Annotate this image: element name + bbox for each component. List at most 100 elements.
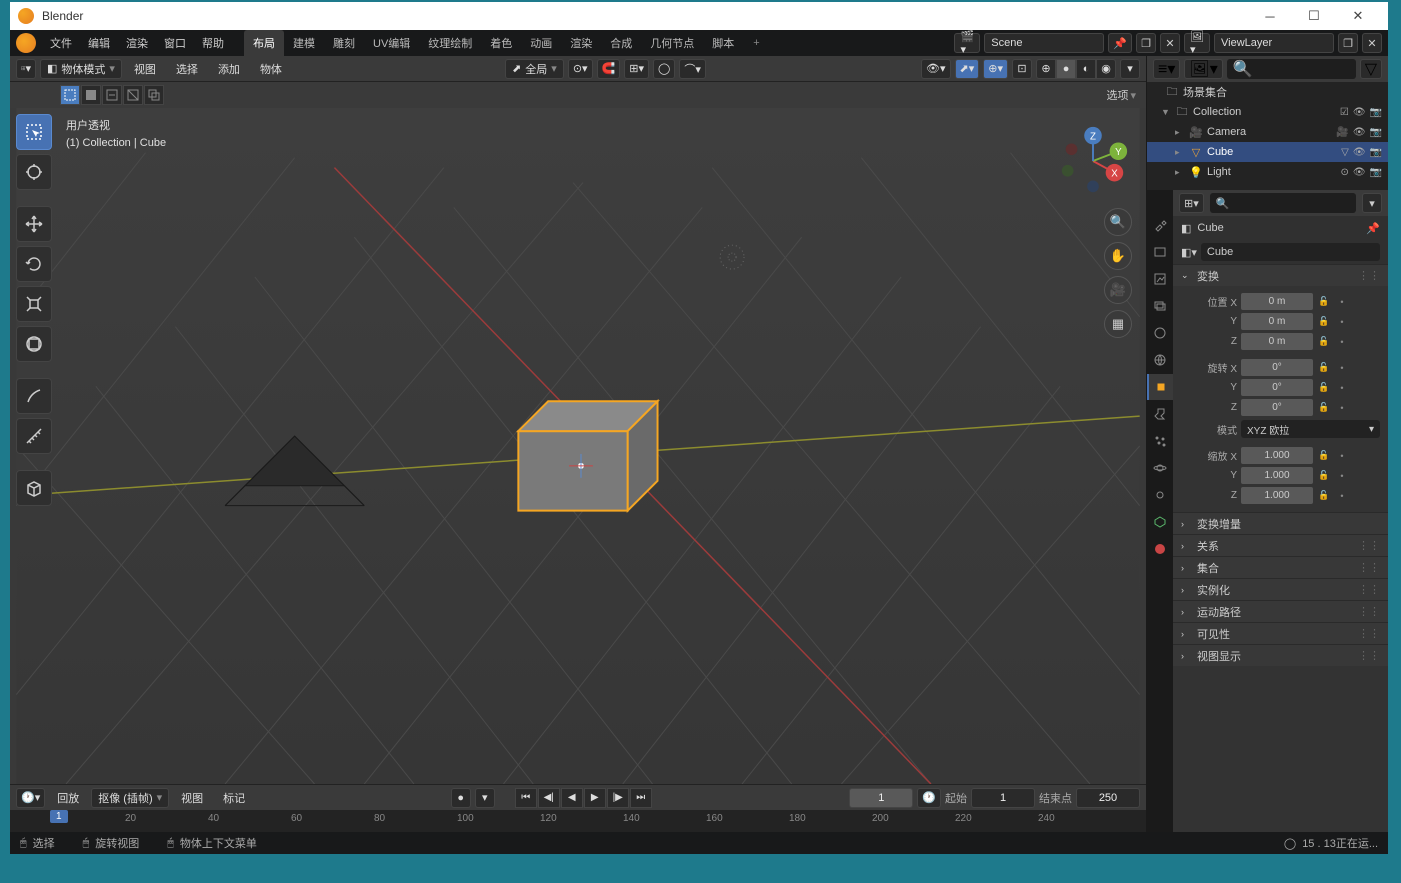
panel-instancing[interactable]: ›实例化⋮⋮ <box>1173 578 1388 600</box>
tab-material[interactable] <box>1147 536 1173 562</box>
timeline-editor-type[interactable]: 🕐▾ <box>16 788 45 808</box>
shading-wireframe[interactable]: ⊕ <box>1036 59 1056 79</box>
shading-solid[interactable]: ● <box>1056 59 1076 79</box>
viewport-3d[interactable]: 用户透视 (1) Collection | Cube X Y Z 🔍 ✋ 🎥 ▦ <box>10 108 1146 784</box>
panel-relations[interactable]: ›关系⋮⋮ <box>1173 534 1388 556</box>
shading-options[interactable]: ▾ <box>1120 59 1140 79</box>
scale-z[interactable]: 1.000 <box>1241 487 1313 504</box>
data-name-field[interactable]: Cube <box>1201 243 1380 261</box>
close-button[interactable]: ✕ <box>1336 2 1380 30</box>
tool-annotate[interactable] <box>16 378 52 414</box>
autokey-options[interactable]: ▾ <box>475 788 495 808</box>
outliner-item-light[interactable]: ▸💡Light ⊙👁📷 <box>1147 162 1388 182</box>
tab-physics[interactable] <box>1147 455 1173 481</box>
outliner-search[interactable]: 🔍 <box>1227 59 1356 79</box>
tool-scale[interactable] <box>16 286 52 322</box>
menu-file[interactable]: 文件 <box>42 30 80 56</box>
add-workspace-button[interactable]: + <box>743 37 769 49</box>
rot-z[interactable]: 0° <box>1241 399 1313 416</box>
play-forward[interactable]: ▶ <box>584 788 606 808</box>
maximize-button[interactable]: ☐ <box>1292 2 1336 30</box>
minimize-button[interactable]: ─ <box>1248 2 1292 30</box>
scale-x[interactable]: 1.000 <box>1241 447 1313 464</box>
nav-gizmo[interactable]: X Y Z <box>1054 122 1132 200</box>
pivot-button[interactable]: ⊙▾ <box>568 59 593 79</box>
loc-x[interactable]: 0 m <box>1241 293 1313 310</box>
tool-transform[interactable] <box>16 326 52 362</box>
timeline-view[interactable]: 视图 <box>173 790 211 806</box>
tab-constraints[interactable] <box>1147 482 1173 508</box>
zoom-button[interactable]: 🔍 <box>1104 208 1132 236</box>
select-menu[interactable]: 选择 <box>168 61 206 77</box>
gizmo-button[interactable]: ⬈▾ <box>955 59 980 79</box>
orientation-select[interactable]: ⬈全局▾ <box>505 59 564 79</box>
workspace-geonodes[interactable]: 几何节点 <box>641 30 703 56</box>
lock-icon[interactable]: 🔓 <box>1317 296 1331 307</box>
tab-scene[interactable] <box>1147 320 1173 346</box>
current-frame[interactable]: 1 <box>849 788 913 808</box>
workspace-uv[interactable]: UV编辑 <box>364 30 419 56</box>
viewlayer-del-button[interactable]: ✕ <box>1362 33 1382 53</box>
menu-edit[interactable]: 编辑 <box>80 30 118 56</box>
viewlayer-field[interactable]: ViewLayer <box>1214 33 1334 53</box>
keyframe-prev[interactable]: ◀| <box>538 788 560 808</box>
select-mode-extend[interactable] <box>81 85 101 105</box>
tool-add-cube[interactable] <box>16 470 52 506</box>
scene-pin-button[interactable]: 📌 <box>1108 33 1132 53</box>
start-frame[interactable]: 1 <box>971 788 1035 808</box>
timeline-ruler[interactable]: 1 20 40 60 80 100 120 140 160 180 200 22… <box>10 810 1146 832</box>
workspace-layout[interactable]: 布局 <box>244 30 284 56</box>
shading-rendered[interactable]: ◉ <box>1096 59 1116 79</box>
tab-modifiers[interactable] <box>1147 401 1173 427</box>
props-search[interactable]: 🔍 <box>1210 193 1356 213</box>
options-popover[interactable]: 选项▾ <box>1106 87 1146 103</box>
tab-data[interactable] <box>1147 509 1173 535</box>
select-mode-intersect[interactable] <box>144 85 164 105</box>
workspace-animation[interactable]: 动画 <box>521 30 561 56</box>
tab-tool[interactable] <box>1147 212 1173 238</box>
keyframe-next[interactable]: |▶ <box>607 788 629 808</box>
outliner-collection[interactable]: ▼🗀Collection ☑👁📷 <box>1147 102 1388 122</box>
tab-render[interactable] <box>1147 239 1173 265</box>
workspace-scripting[interactable]: 脚本 <box>703 30 743 56</box>
panel-transform[interactable]: ⌄変换⋮⋮ <box>1173 264 1388 286</box>
timeline-playback[interactable]: 回放 <box>49 790 87 806</box>
menu-window[interactable]: 窗口 <box>156 30 194 56</box>
select-mode-set[interactable] <box>60 85 80 105</box>
outliner-type[interactable]: ≡▾ <box>1153 59 1180 79</box>
jump-end[interactable]: ⏭ <box>630 788 652 808</box>
xray-toggle[interactable]: ⊡ <box>1012 59 1032 79</box>
snap-toggle[interactable]: 🧲 <box>597 59 621 79</box>
workspace-modeling[interactable]: 建模 <box>284 30 324 56</box>
add-menu[interactable]: 添加 <box>210 61 248 77</box>
camera-view-button[interactable]: 🎥 <box>1104 276 1132 304</box>
editor-type-button[interactable]: ▾ <box>16 59 36 79</box>
workspace-compositing[interactable]: 合成 <box>601 30 641 56</box>
view-menu[interactable]: 视图 <box>126 61 164 77</box>
outliner-item-cube[interactable]: ▸▽Cube ▽👁📷 <box>1147 142 1388 162</box>
proportional-toggle[interactable]: ◯ <box>653 59 675 79</box>
tool-rotate[interactable] <box>16 246 52 282</box>
rot-x[interactable]: 0° <box>1241 359 1313 376</box>
timeline-marker[interactable]: 标记 <box>215 790 253 806</box>
frame-options[interactable]: 🕐 <box>917 788 941 808</box>
workspace-shading[interactable]: 着色 <box>481 30 521 56</box>
menu-render[interactable]: 渲染 <box>118 30 156 56</box>
autokey-toggle[interactable]: ● <box>451 788 471 808</box>
scene-new-button[interactable]: ❐ <box>1136 33 1156 53</box>
outliner-filter[interactable]: ▽ <box>1360 59 1382 79</box>
play-reverse[interactable]: ◀ <box>561 788 583 808</box>
tab-world[interactable] <box>1147 347 1173 373</box>
shading-matprev[interactable]: ◐ <box>1076 59 1096 79</box>
tab-object[interactable] <box>1147 374 1173 400</box>
jump-start[interactable]: ⏮ <box>515 788 537 808</box>
overlay-button[interactable]: ⊕▾ <box>983 59 1008 79</box>
playhead[interactable]: 1 <box>50 810 68 823</box>
outliner-display[interactable]: 🖼▾ <box>1184 59 1222 79</box>
mode-select[interactable]: ◧物体模式▾ <box>40 59 122 79</box>
props-type[interactable]: ⊞▾ <box>1179 193 1204 213</box>
perspective-button[interactable]: ▦ <box>1104 310 1132 338</box>
rotation-mode[interactable]: XYZ 欧拉▾ <box>1241 420 1380 438</box>
proportional-type[interactable]: ⌒▾ <box>679 59 706 79</box>
tab-viewlayer[interactable] <box>1147 293 1173 319</box>
